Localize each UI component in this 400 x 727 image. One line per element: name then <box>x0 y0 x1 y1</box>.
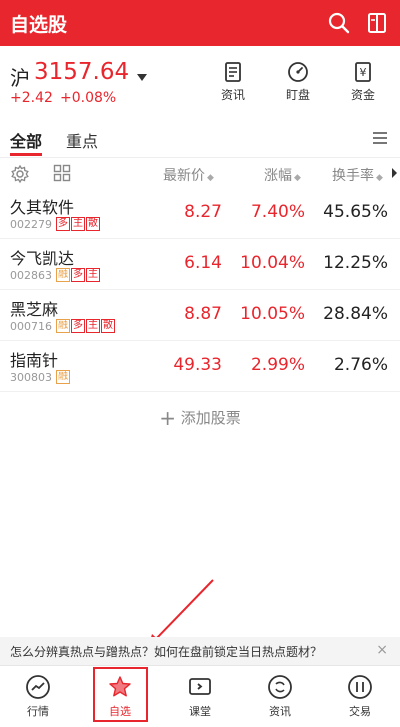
search-icon[interactable] <box>324 8 354 38</box>
stock-name: 黑芝麻 <box>10 300 59 319</box>
add-stock-label: 添加股票 <box>180 409 241 427</box>
index-change: +2.42 <box>10 90 53 106</box>
news-document-icon <box>225 62 241 82</box>
tag-badge: 主 <box>71 217 85 231</box>
tag-badge: 多 <box>71 268 85 282</box>
stock-price: 8.87 <box>184 304 222 324</box>
col-turnover-sort[interactable]: 换手率 ◆ <box>332 165 383 185</box>
stock-code: 300803 <box>10 371 52 384</box>
tabbar-label: 交易 <box>349 705 371 718</box>
bottom-tab-bar: 行情 自选 课堂 资讯 交易 <box>0 665 400 727</box>
stock-name: 指南针 <box>10 351 59 370</box>
quick-watch-button[interactable]: 盯盘 <box>270 60 326 103</box>
stock-row[interactable]: 久其软件 002279 多 主 散 8.27 7.40% 45.65% <box>0 188 400 239</box>
index-name: 沪 <box>10 66 30 90</box>
stock-tags: 融 多 主 <box>56 268 100 282</box>
sort-icon: ◆ <box>376 173 383 183</box>
video-play-icon <box>189 678 211 695</box>
market-index-panel[interactable]: 沪 3157.64 +2.42 +0.08% 资讯 盯盘 ¥ 资金 <box>0 46 400 118</box>
index-change-pct: +0.08% <box>60 90 117 106</box>
col-price-label: 最新价 <box>163 168 205 184</box>
quick-watch-label: 盯盘 <box>285 88 310 102</box>
stock-change: 7.40% <box>250 202 305 222</box>
stock-change: 2.99% <box>250 355 305 375</box>
tag-badge: 主 <box>86 268 100 282</box>
close-icon[interactable]: × <box>376 642 388 658</box>
tab-focus[interactable]: 重点 <box>66 128 98 152</box>
tag-badge: 主 <box>86 319 100 333</box>
quick-news-label: 资讯 <box>220 88 245 102</box>
sort-icon: ◆ <box>294 173 301 183</box>
watchlist-tab-highlight <box>93 667 148 722</box>
tab-all[interactable]: 全部 <box>10 128 42 152</box>
stock-code: 002279 <box>10 218 52 231</box>
promo-banner[interactable]: 怎么分辨真热点与蹭热点？如何在盘前锁定当日热点题材？ × <box>0 637 400 665</box>
stock-code: 002863 <box>10 269 52 282</box>
refresh-news-icon <box>268 675 292 699</box>
page-title: 自选股 <box>10 14 68 36</box>
tag-badge: 散 <box>86 217 100 231</box>
gauge-icon <box>288 62 308 82</box>
tabbar-item-market[interactable]: 行情 <box>8 674 68 719</box>
svg-text:¥: ¥ <box>360 66 367 79</box>
app-header: 自选股 <box>0 0 400 46</box>
banner-text: 怎么分辨真热点与蹭热点？如何在盘前锁定当日热点题材？ <box>10 645 323 659</box>
stock-turnover: 12.25% <box>323 253 388 273</box>
tabbar-item-trade[interactable]: 交易 <box>330 674 390 719</box>
stock-price: 49.33 <box>173 355 222 375</box>
col-change-label: 涨幅 <box>264 168 292 184</box>
stock-turnover: 28.84% <box>323 304 388 324</box>
stock-code: 000716 <box>10 320 52 333</box>
tabbar-item-news[interactable]: 资讯 <box>250 674 310 719</box>
tag-badge: 散 <box>101 319 115 333</box>
tabbar-label: 课堂 <box>189 705 211 718</box>
stock-turnover: 2.76% <box>333 355 388 375</box>
tag-badge: 融 <box>56 268 70 282</box>
stock-tags: 融 多 主 散 <box>56 319 115 333</box>
active-tab-indicator <box>10 153 42 156</box>
quick-news-button[interactable]: 资讯 <box>205 60 261 103</box>
col-change-sort[interactable]: 涨幅 ◆ <box>264 165 301 185</box>
tag-badge: 融 <box>56 370 70 384</box>
scroll-right-icon[interactable] <box>392 168 397 178</box>
col-turnover-label: 换手率 <box>332 168 374 184</box>
menu-icon[interactable] <box>372 131 388 145</box>
col-price-sort[interactable]: 最新价 ◆ <box>163 165 214 185</box>
stock-row[interactable]: 今飞凯达 002863 融 多 主 6.14 10.04% 12.25% <box>0 239 400 290</box>
add-stock-button[interactable]: + 添加股票 <box>0 396 400 436</box>
quick-funds-label: 资金 <box>350 88 375 102</box>
market-trend-icon <box>26 675 50 699</box>
trade-icon <box>348 675 372 699</box>
sort-icon: ◆ <box>207 173 214 183</box>
tag-badge: 融 <box>56 319 70 333</box>
layout-toggle-icon[interactable] <box>362 8 392 38</box>
stock-change: 10.05% <box>240 304 305 324</box>
stock-name: 今飞凯达 <box>10 249 75 268</box>
settings-gear-icon[interactable] <box>10 164 30 184</box>
tag-badge: 多 <box>56 217 70 231</box>
stock-tags: 融 <box>56 370 70 384</box>
quick-funds-button[interactable]: ¥ 资金 <box>335 60 391 103</box>
column-header: 最新价 ◆ 涨幅 ◆ 换手率 ◆ <box>0 158 400 188</box>
tabbar-label: 资讯 <box>269 705 291 718</box>
yuan-document-icon: ¥ <box>355 62 371 82</box>
stock-name: 久其软件 <box>10 198 75 217</box>
stock-price: 6.14 <box>184 253 222 273</box>
plus-icon: + <box>159 406 176 430</box>
index-value: 3157.64 <box>34 59 130 85</box>
stock-price: 8.27 <box>184 202 222 222</box>
tag-badge: 多 <box>71 319 85 333</box>
stock-turnover: 45.65% <box>323 202 388 222</box>
tabbar-label: 行情 <box>27 705 49 718</box>
stock-change: 10.04% <box>240 253 305 273</box>
grid-view-icon[interactable] <box>53 164 71 182</box>
stock-row[interactable]: 黑芝麻 000716 融 多 主 散 8.87 10.05% 28.84% <box>0 290 400 341</box>
watchlist-tabs: 全部 重点 <box>0 118 400 158</box>
stock-row[interactable]: 指南针 300803 融 49.33 2.99% 2.76% <box>0 341 400 392</box>
stock-tags: 多 主 散 <box>56 217 100 231</box>
index-dropdown-icon[interactable] <box>137 74 147 81</box>
tabbar-item-class[interactable]: 课堂 <box>170 674 230 719</box>
